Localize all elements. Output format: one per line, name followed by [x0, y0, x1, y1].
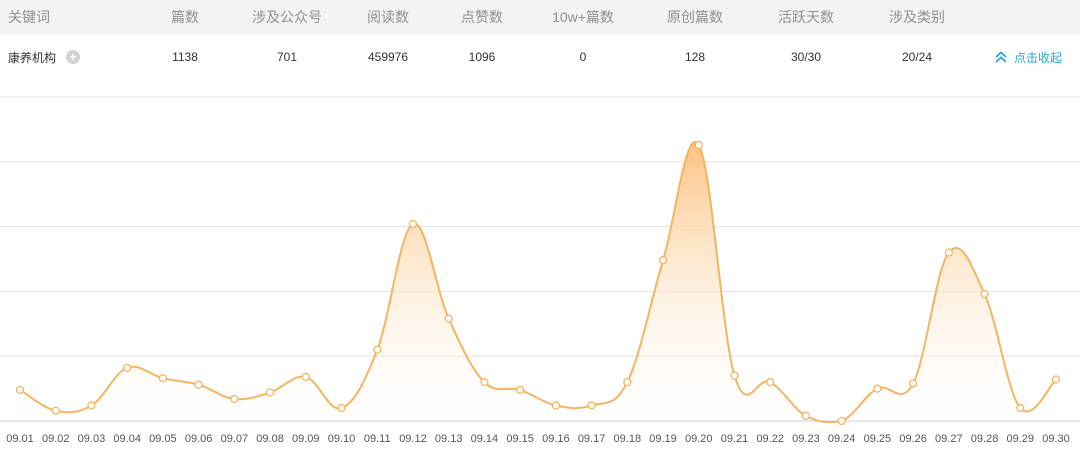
data-point[interactable] — [873, 384, 882, 393]
data-point[interactable] — [230, 394, 239, 404]
value-likes: 1096 — [468, 50, 496, 64]
x-tick-label: 09.16 — [542, 433, 570, 445]
keyword-cell: 康养机构 + — [0, 34, 150, 80]
data-point[interactable] — [766, 377, 775, 387]
data-point[interactable] — [194, 380, 203, 389]
data-point[interactable] — [587, 401, 596, 410]
header-accounts: 涉及公众号 — [252, 9, 322, 25]
x-tick-label: 09.02 — [42, 433, 70, 445]
data-point[interactable] — [408, 219, 418, 229]
x-tick-label: 09.29 — [1007, 433, 1035, 445]
data-point[interactable] — [123, 363, 132, 373]
data-point[interactable] — [908, 379, 918, 388]
x-tick-label: 09.03 — [78, 433, 106, 445]
value-original: 128 — [684, 50, 706, 64]
data-point[interactable] — [730, 371, 739, 380]
data-point[interactable] — [837, 416, 846, 426]
x-tick-label: 09.12 — [399, 433, 427, 445]
x-tick-label: 09.20 — [685, 433, 713, 445]
data-point[interactable] — [694, 140, 703, 150]
header-articles: 篇数 — [171, 9, 199, 25]
x-tick-label: 09.04 — [113, 433, 141, 445]
header-likes: 点赞数 — [461, 9, 503, 25]
header-original: 原创篇数 — [667, 9, 723, 25]
x-tick-label: 09.05 — [149, 433, 177, 445]
data-point[interactable] — [15, 385, 25, 395]
table-data-row: 康养机构 + 1138 701 459976 1096 0 128 30/30 … — [0, 34, 1080, 80]
value-categories: 20/24 — [901, 50, 933, 64]
collapse-button[interactable]: 点击收起 — [994, 34, 1062, 80]
x-tick-label: 09.01 — [6, 433, 34, 445]
x-tick-label: 09.25 — [864, 433, 892, 445]
x-axis-ticks: 09.01 09.02 09.03 09.04 09.05 09.06 09.07 09.08… — [6, 433, 1070, 445]
x-tick-label: 09.08 — [256, 433, 284, 445]
x-tick-label: 09.23 — [792, 433, 820, 445]
x-tick-label: 09.09 — [292, 433, 320, 445]
table-header-row: 关键词 篇数 涉及公众号 阅读数 点赞数 10w+篇数 原创篇数 活跃天数 涉及… — [0, 0, 1080, 34]
series-line — [19, 141, 1057, 424]
data-point[interactable] — [551, 401, 561, 410]
x-tick-label: 09.13 — [435, 433, 463, 445]
data-point[interactable] — [87, 401, 96, 410]
x-tick-label: 09.15 — [506, 433, 534, 445]
data-point[interactable] — [623, 377, 632, 387]
x-tick-label: 09.06 — [185, 433, 213, 445]
x-tick-label: 09.24 — [828, 433, 856, 445]
x-tick-label: 09.17 — [578, 433, 606, 445]
x-tick-label: 09.10 — [328, 433, 356, 445]
double-chevron-up-icon — [995, 51, 1007, 63]
x-tick-label: 09.26 — [899, 433, 927, 445]
x-tick-label: 09.22 — [756, 433, 784, 445]
data-point[interactable] — [444, 314, 453, 323]
x-tick-label: 09.28 — [971, 433, 999, 445]
x-tick-label: 09.21 — [721, 433, 749, 445]
header-active-days: 活跃天数 — [778, 9, 834, 25]
data-point[interactable] — [1016, 403, 1025, 413]
value-accounts: 701 — [276, 50, 298, 64]
x-tick-label: 09.27 — [935, 433, 963, 445]
data-point[interactable] — [944, 248, 953, 257]
x-tick-label: 09.19 — [649, 433, 677, 445]
data-point[interactable] — [801, 411, 811, 420]
data-point[interactable] — [658, 256, 668, 265]
header-10w: 10w+篇数 — [552, 9, 614, 25]
x-tick-label: 09.11 — [364, 433, 391, 445]
data-point[interactable] — [51, 406, 60, 415]
data-point[interactable] — [373, 345, 382, 354]
value-10w: 0 — [579, 50, 587, 64]
x-tick-label: 09.30 — [1042, 433, 1070, 445]
data-point[interactable] — [158, 374, 168, 383]
data-point[interactable] — [301, 372, 310, 382]
x-tick-label: 09.07 — [221, 433, 249, 445]
value-active-days: 30/30 — [790, 50, 822, 64]
plus-circle-icon[interactable]: + — [66, 50, 81, 64]
data-point[interactable] — [515, 385, 525, 395]
header-keyword: 关键词 — [8, 9, 50, 25]
data-point[interactable] — [980, 289, 989, 299]
collapse-label: 点击收起 — [1013, 50, 1062, 65]
data-point[interactable] — [1051, 375, 1061, 384]
keyword-label: 康养机构 — [8, 50, 57, 65]
x-tick-label: 09.18 — [614, 433, 642, 445]
trend-area-chart: 09.01 09.02 09.03 09.04 09.05 09.06 09.07 09.08… — [0, 96, 1080, 445]
header-categories: 涉及类别 — [889, 9, 945, 25]
value-articles: 1138 — [172, 50, 198, 64]
data-point[interactable] — [265, 388, 275, 397]
data-point[interactable] — [337, 403, 346, 413]
x-tick-label: 09.14 — [471, 433, 499, 445]
data-point[interactable] — [480, 377, 489, 387]
